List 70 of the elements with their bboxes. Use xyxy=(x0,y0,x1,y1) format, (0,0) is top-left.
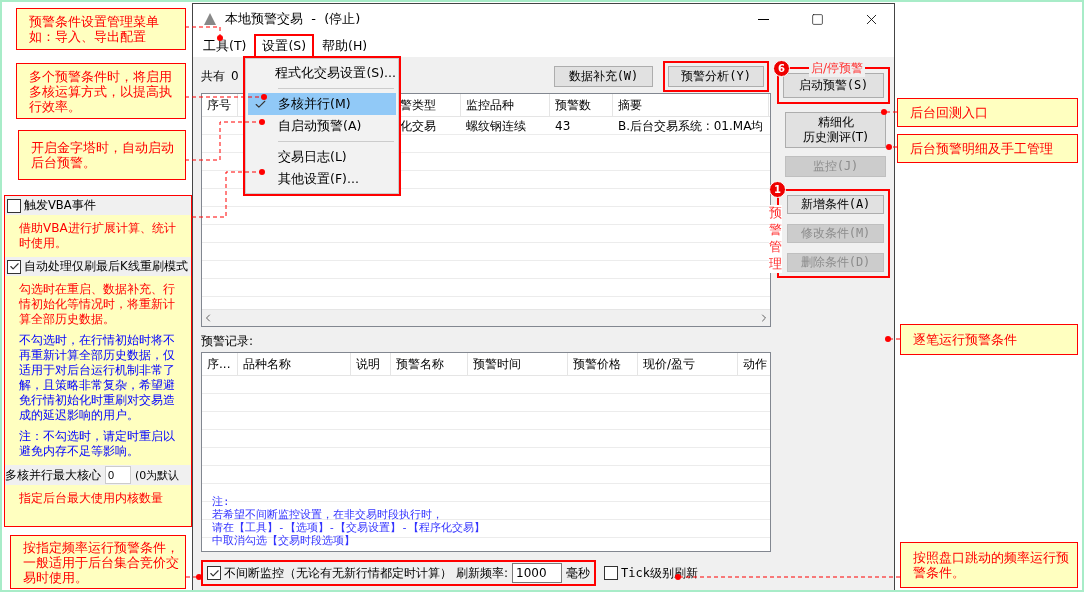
leader-line xyxy=(184,26,223,41)
records-label: 预警记录: xyxy=(201,333,255,350)
menu-option[interactable]: 自启动预警(A) xyxy=(248,115,396,137)
callout-note: 逐笔运行预警条件 xyxy=(900,324,1078,355)
column-header: 品种名称 xyxy=(238,353,351,375)
unit-label: 毫秒 xyxy=(566,564,591,582)
column-header: 监控品种 xyxy=(461,94,550,116)
checkbox-label: 自动处理仅刷最后K线重刷模式 xyxy=(24,259,188,274)
maximize-icon xyxy=(810,12,824,26)
note-text: 注: 若希望不间断监控设置，在非交易时段执行时， 请在【工具】-【选项】-【交易设置】-【程序化交易】 中取消勾选【交易时段选项】 xyxy=(212,495,485,547)
core-count-input[interactable]: 0 xyxy=(105,466,131,484)
count-value: 0 xyxy=(231,69,239,83)
option-note: 不勾选时，在行情初始时将不再重新计算全部历史数据，仅适用于对后台运行机制非常了解，且策略非常复杂，希望避免行情初始化时重刷对交易造成的延迟影响的用户。 xyxy=(18,333,176,423)
group-caption: 预警管理 xyxy=(769,205,782,273)
column-header: 序号 xyxy=(202,94,238,116)
menu-item[interactable]: 帮助(H) xyxy=(314,34,376,57)
callout-note: 后台回测入口 xyxy=(897,98,1078,127)
table-cell-text: 螺纹钢连续 xyxy=(465,117,527,135)
option-note: 指定后台最大使用内核数量 xyxy=(18,491,164,506)
number-badge: 6 xyxy=(773,60,790,77)
option-note: 注：不勾选时，请定时重启以避免内存不足等影响。 xyxy=(18,429,176,459)
callout-note: 按指定频率运行预警条件，一般适用于后台集合竞价交易时使用。 xyxy=(10,535,186,589)
option-note: 借助VBA进行扩展计算、统计时使用。 xyxy=(18,221,177,251)
callout-note: 开启金字塔时，自动启动后台预警。 xyxy=(18,130,186,180)
callout-note: 按照盘口跳动的频率运行预警条件。 xyxy=(900,542,1078,588)
menu-option[interactable]: 程式化交易设置(S)... xyxy=(248,62,396,84)
checkbox[interactable] xyxy=(7,259,21,274)
checkbox-label: 触发VBA事件 xyxy=(24,198,96,213)
group-caption: 启/停预警 xyxy=(809,60,866,77)
checkbox[interactable] xyxy=(207,566,221,580)
table-cell-text: B.后台交易系统 : 01.MA均 xyxy=(617,117,765,135)
menu-option[interactable]: 多核并行(M) xyxy=(248,93,396,115)
start-button[interactable]: 启动预警(S) xyxy=(783,73,884,98)
leader-line xyxy=(885,336,901,342)
column-header: 摘要 xyxy=(613,94,769,116)
number-badge: 1 xyxy=(769,181,786,198)
field-hint: (0为默认 xyxy=(135,467,180,483)
side-button[interactable]: 精细化 历史测评(T) xyxy=(785,112,886,148)
menu-option[interactable]: 其他设置(F)... xyxy=(248,168,396,190)
leader-line xyxy=(886,144,898,150)
column-header: 预警时间 xyxy=(468,353,568,375)
window-title: 本地预警交易 - (停止) xyxy=(225,10,361,28)
table-cell-text: 化交易 xyxy=(399,117,437,135)
field-label: 多核并行最大核心 xyxy=(5,467,101,483)
column-header: 序... xyxy=(202,353,238,375)
column-header: 预警价格 xyxy=(568,353,638,375)
warning-icon xyxy=(203,12,217,26)
column-header: 动作 xyxy=(738,353,770,375)
column-header: 预警数 xyxy=(550,94,613,116)
toolbar-button[interactable]: 预警分析(Y) xyxy=(663,60,769,92)
rate-input[interactable]: 1000 xyxy=(512,563,563,583)
table-cell-text: 43 xyxy=(554,118,572,135)
leader-line xyxy=(881,109,898,115)
callout-note: 预警条件设置管理菜单 如：导入、导出配置 xyxy=(16,8,186,50)
menu-option[interactable]: 交易日志(L) xyxy=(248,146,396,168)
checkbox-label: 不间断监控（无论有无新行情都定时计算） xyxy=(224,564,452,582)
checkbox[interactable] xyxy=(7,198,21,213)
condition-button[interactable]: 新增条件(A) xyxy=(787,195,884,214)
column-header: 现价/盈亏 xyxy=(638,353,738,375)
callout-note: 多个预警条件时，将启用多核运算方式，以提高执行效率。 xyxy=(16,63,186,119)
menu-item[interactable]: 工具(T) xyxy=(195,34,255,57)
rate-label: 刷新频率: xyxy=(456,564,509,582)
column-header: 预警名称 xyxy=(391,353,468,375)
option-note: 勾选时在重启、数据补充、行情初始化等情况时，将重新计算全部历史数据。 xyxy=(18,282,176,327)
column-header: 说明 xyxy=(351,353,391,375)
count-label: 共有 xyxy=(201,67,225,85)
toolbar-button[interactable]: 数据补充(W) xyxy=(553,65,654,87)
minimize-icon xyxy=(757,18,769,20)
callout-note: 后台预警明细及手工管理 xyxy=(897,134,1078,163)
checkbox[interactable] xyxy=(604,566,619,580)
